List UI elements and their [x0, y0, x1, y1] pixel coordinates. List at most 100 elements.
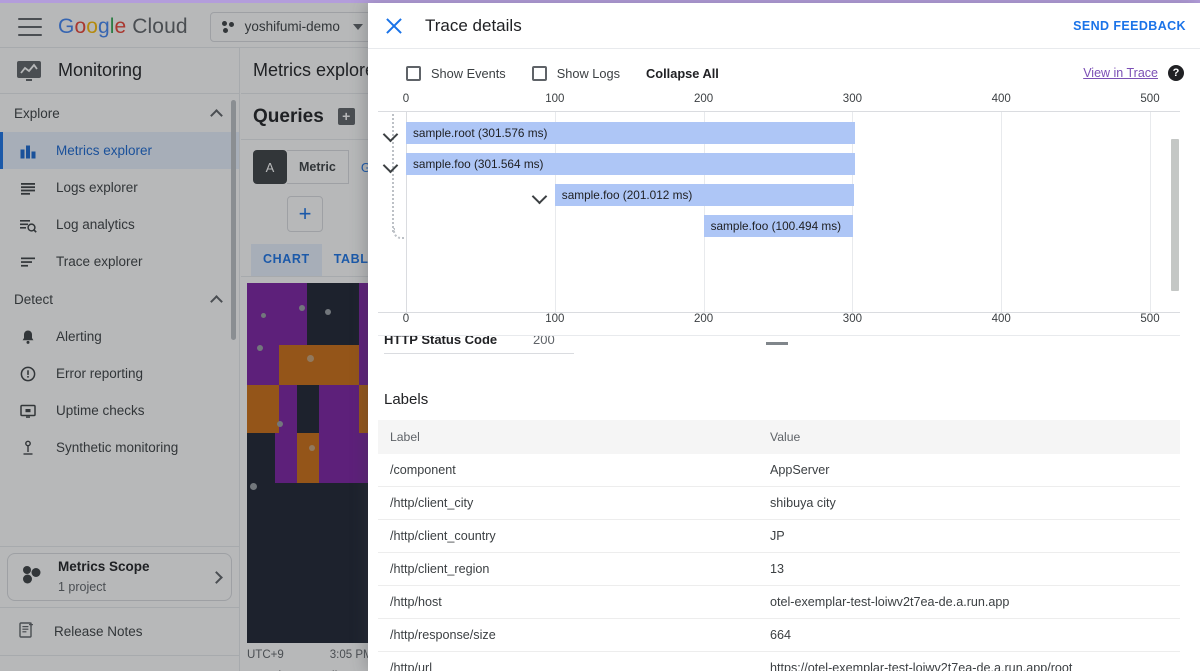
sidebar-item-uptime-checks[interactable]: Uptime checks: [0, 392, 239, 429]
logo-letter: G: [58, 14, 75, 38]
labels-body: /component AppServer/http/client_city shib…: [378, 454, 1180, 671]
labels-section: Labels Label Value /component AppServer/h…: [368, 365, 1200, 671]
labels-header-row: Label Value: [378, 420, 1180, 454]
hamburger-menu-icon[interactable]: [18, 17, 42, 36]
sidebar-item-trace-explorer[interactable]: Trace explorer: [0, 243, 239, 280]
logo-letter: o: [86, 14, 98, 38]
project-name: yoshifumi-demo: [244, 19, 340, 34]
table-row[interactable]: /http/response/size 664: [378, 618, 1180, 652]
sidebar-item-synthetic-monitoring[interactable]: Synthetic monitoring: [0, 429, 239, 466]
show-logs-checkbox[interactable]: [531, 65, 547, 81]
axis-tick: 400: [991, 313, 1011, 325]
axis-tick: 300: [842, 93, 862, 105]
trace-toolbar: Show Events Show Logs Collapse All View …: [368, 53, 1200, 93]
table-row[interactable]: /http/url https://otel-exemplar-test-loiw…: [378, 651, 1180, 671]
span-waterfall[interactable]: 0 100 200 300 400 500 sample.root (301.576 ms…: [378, 93, 1180, 331]
chevron-down-icon[interactable]: [533, 189, 547, 203]
project-selector[interactable]: yoshifumi-demo: [209, 11, 375, 42]
view-in-trace-link[interactable]: View in Trace: [1083, 66, 1158, 80]
table-row[interactable]: /component AppServer: [378, 454, 1180, 487]
chevron-right-icon: [210, 570, 223, 584]
dialog-title: Trace details: [425, 15, 522, 35]
chevron-down-icon[interactable]: [384, 158, 398, 172]
sidebar-item-logs-explorer[interactable]: Logs explorer: [0, 169, 239, 206]
span-bar[interactable]: sample.foo (100.494 ms): [703, 215, 854, 237]
close-icon[interactable]: [384, 16, 404, 36]
waterfall-axis-top: 0 100 200 300 400 500: [378, 93, 1180, 111]
filter-icon: [18, 252, 38, 272]
sidebar-scroll-area[interactable]: Explore Metrics explorer Logs explorer L…: [0, 94, 239, 546]
add-query-icon[interactable]: +: [337, 108, 355, 125]
show-events-checkbox[interactable]: [406, 65, 421, 81]
trace-details-dialog: Trace details SEND FEEDBACK Show Events …: [368, 3, 1200, 671]
queries-heading: Queries: [253, 105, 324, 127]
show-logs-label[interactable]: Show Logs: [557, 66, 620, 81]
sidebar-item-release-notes[interactable]: Release Notes: [0, 607, 239, 655]
table-row[interactable]: /http/client_city shibuya city: [378, 486, 1180, 520]
metrics-scope-icon: [20, 565, 44, 590]
chevron-up-icon: [210, 108, 223, 122]
sidebar-collapse-button[interactable]: <I: [0, 655, 239, 671]
sidebar-item-label: Synthetic monitoring: [56, 440, 179, 455]
sidebar-item-alerting[interactable]: Alerting: [0, 318, 239, 355]
sidebar-item-error-reporting[interactable]: Error reporting: [0, 355, 239, 392]
help-icon[interactable]: ?: [1168, 65, 1184, 81]
table-row[interactable]: /http/client_country JP: [378, 519, 1180, 553]
axis-tick: 500: [1140, 93, 1160, 105]
sidebar-item-label: Alerting: [56, 329, 102, 344]
span-row[interactable]: sample.foo (301.564 ms): [378, 153, 1180, 175]
send-feedback-button[interactable]: SEND FEEDBACK: [1073, 19, 1186, 33]
section-label: Detect: [14, 291, 54, 307]
value-cell: shibuya city: [758, 486, 1180, 520]
logo-letter: o: [74, 14, 87, 38]
add-metric-button[interactable]: +: [287, 196, 323, 232]
axis-tick: 200: [694, 313, 714, 325]
labels-col-label: Label: [378, 420, 758, 454]
query-badge: A: [253, 150, 287, 184]
span-bar[interactable]: sample.root (301.576 ms): [406, 122, 855, 144]
value-cell: JP: [758, 519, 1180, 553]
label-cell: /http/host: [378, 585, 758, 619]
collapse-all-button[interactable]: Collapse All: [646, 66, 719, 81]
value-cell: 664: [758, 618, 1180, 652]
sidebar-item-metrics-explorer[interactable]: Metrics explorer: [0, 132, 239, 169]
waterfall-plot: sample.root (301.576 ms) sample.foo (301.…: [378, 111, 1180, 313]
table-row[interactable]: /http/client_region 13: [378, 552, 1180, 586]
sidebar-item-label: Logs explorer: [56, 180, 138, 195]
axis-tick: 0: [402, 313, 410, 325]
chevron-down-icon[interactable]: [384, 127, 398, 141]
tab-chart[interactable]: CHART: [251, 244, 322, 276]
product-header[interactable]: Monitoring: [0, 48, 239, 94]
chart-time: 3:05 PM: [329, 649, 373, 661]
span-row[interactable]: sample.foo (201.012 ms): [378, 184, 1180, 206]
metric-field[interactable]: Metric: [287, 150, 349, 184]
sidebar-item-label: Uptime checks: [56, 403, 145, 418]
label-cell: /http/url: [378, 651, 758, 671]
waterfall-axis-bottom: 0 100 200 300 400 500: [378, 313, 1180, 331]
metrics-scope-subtitle: 1 project: [58, 580, 106, 594]
logo-letter: e: [114, 14, 127, 38]
labels-table: Label Value /component AppServer/http/cli…: [378, 420, 1180, 671]
sidebar-item-log-analytics[interactable]: Log analytics: [0, 206, 239, 243]
toolbar-right: View in Trace ?: [1083, 65, 1184, 81]
sidebar-section-detect[interactable]: Detect: [0, 280, 239, 318]
span-row[interactable]: sample.foo (100.494 ms): [378, 215, 1180, 237]
google-cloud-logo[interactable]: Google Cloud: [58, 15, 188, 39]
span-bar[interactable]: sample.foo (201.012 ms): [554, 184, 854, 206]
logo-letter: g: [98, 14, 110, 38]
bell-icon: [18, 327, 38, 347]
sidebar-section-explore[interactable]: Explore: [0, 94, 239, 132]
monitor-check-icon: [18, 401, 38, 421]
sidebar: Monitoring Explore Metrics explorer Logs…: [0, 48, 240, 671]
attribute-dash: [766, 342, 788, 345]
table-row[interactable]: /http/host otel-exemplar-test-loiwv2t7ea-…: [378, 585, 1180, 619]
axis-tick: 0: [402, 93, 410, 105]
label-cell: /http/client_city: [378, 486, 758, 520]
span-bar[interactable]: sample.foo (301.564 ms): [406, 153, 855, 175]
span-row[interactable]: sample.root (301.576 ms): [378, 122, 1180, 144]
waterfall-scrollbar[interactable]: [1171, 139, 1179, 291]
show-events-label[interactable]: Show Events: [431, 66, 506, 81]
axis-tick: 200: [694, 93, 714, 105]
attribute-row-clipped: HTTP Status Code 200: [378, 335, 1180, 365]
metrics-scope-button[interactable]: Metrics Scope 1 project: [7, 553, 232, 601]
